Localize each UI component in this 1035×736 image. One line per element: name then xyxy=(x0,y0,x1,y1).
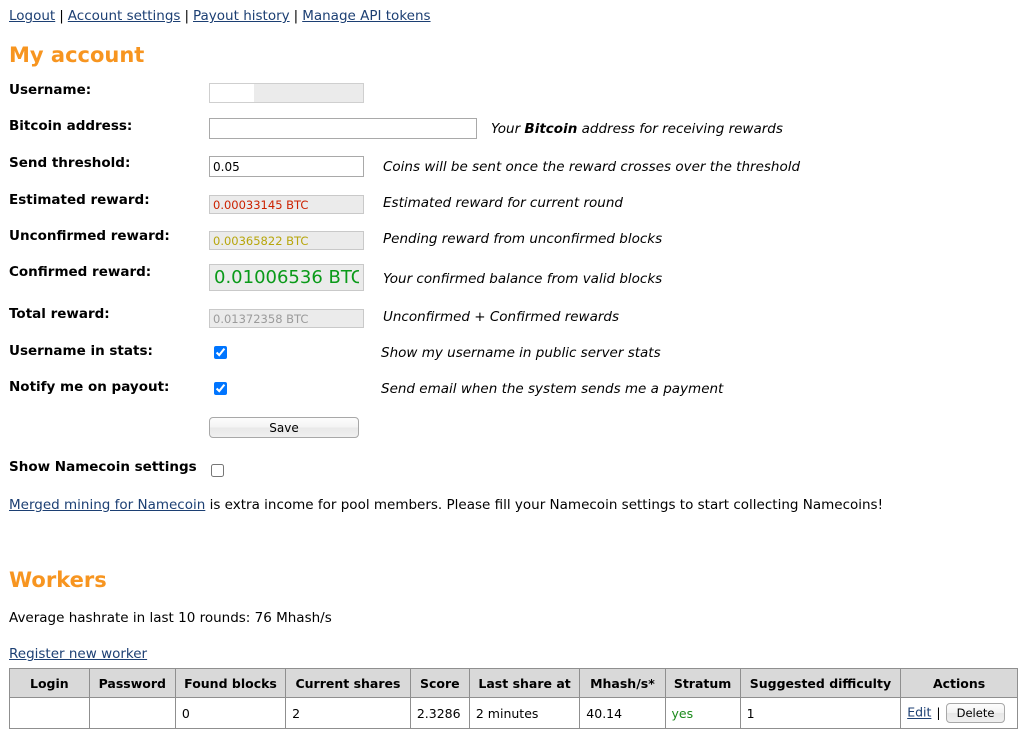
unconfirmed-reward-label: Unconfirmed reward: xyxy=(9,228,170,244)
register-new-worker: Register new worker xyxy=(9,646,147,662)
bitcoin-hint-bold: Bitcoin xyxy=(524,121,577,137)
total-reward-value xyxy=(209,309,364,328)
column-header-last-share-at: Last share at xyxy=(469,669,579,698)
username-label: Username: xyxy=(9,82,91,98)
estimated-reward-label: Estimated reward: xyxy=(9,192,150,208)
workers-table-body: 0 2 2.3286 2 minutes 40.14 yes 1 Edit|De… xyxy=(10,698,1018,729)
namecoin-info-rest: is extra income for pool members. Please… xyxy=(205,497,883,513)
cell-mhash: 40.14 xyxy=(580,698,665,729)
column-header-score: Score xyxy=(410,669,469,698)
edit-worker-link[interactable]: Edit xyxy=(907,705,931,720)
logout-link[interactable]: Logout xyxy=(9,8,55,24)
column-header-current-shares: Current shares xyxy=(286,669,411,698)
cell-score: 2.3286 xyxy=(410,698,469,729)
column-header-suggested-difficulty: Suggested difficulty xyxy=(740,669,901,698)
username-field[interactable] xyxy=(209,83,364,103)
workers-table-head: Login Password Found blocks Current shar… xyxy=(10,669,1018,698)
column-header-found-blocks: Found blocks xyxy=(175,669,285,698)
merged-mining-namecoin-link[interactable]: Merged mining for Namecoin xyxy=(9,497,205,513)
delete-worker-button[interactable]: Delete xyxy=(946,703,1006,723)
username-in-stats-hint: Show my username in public server stats xyxy=(381,345,661,361)
estimated-reward-hint: Estimated reward for current round xyxy=(383,195,623,211)
page-title: My account xyxy=(9,43,144,67)
notify-on-payout-label: Notify me on payout: xyxy=(9,379,169,395)
total-reward-hint: Unconfirmed + Confirmed rewards xyxy=(383,309,619,325)
top-navigation: Logout|Account settings|Payout history|M… xyxy=(9,8,431,24)
cell-actions: Edit|Delete xyxy=(901,698,1018,729)
cell-suggested-difficulty: 1 xyxy=(740,698,901,729)
cell-stratum: yes xyxy=(665,698,740,729)
total-reward-label: Total reward: xyxy=(9,306,110,322)
confirmed-reward-hint: Your confirmed balance from valid blocks xyxy=(383,271,662,287)
register-new-worker-link[interactable]: Register new worker xyxy=(9,646,147,662)
table-header-row: Login Password Found blocks Current shar… xyxy=(10,669,1018,698)
cell-found-blocks: 0 xyxy=(175,698,285,729)
username-field-filled-part xyxy=(210,84,254,102)
nav-separator-2: | xyxy=(180,8,193,24)
show-namecoin-settings-checkbox[interactable] xyxy=(211,464,224,477)
send-threshold-input[interactable] xyxy=(209,156,364,177)
unconfirmed-reward-value xyxy=(209,231,364,250)
column-header-login: Login xyxy=(10,669,90,698)
save-button[interactable]: Save xyxy=(209,417,359,438)
bitcoin-address-input[interactable] xyxy=(209,118,477,139)
cell-current-shares: 2 xyxy=(286,698,411,729)
manage-api-tokens-link[interactable]: Manage API tokens xyxy=(302,8,430,24)
confirmed-reward-label: Confirmed reward: xyxy=(9,264,151,280)
average-hashrate-text: Average hashrate in last 10 rounds: 76 M… xyxy=(9,610,332,626)
my-account-page: Logout|Account settings|Payout history|M… xyxy=(0,0,1035,736)
notify-on-payout-hint: Send email when the system sends me a pa… xyxy=(381,381,723,397)
nav-separator-3: | xyxy=(290,8,303,24)
column-header-actions: Actions xyxy=(901,669,1018,698)
workers-title: Workers xyxy=(9,568,107,592)
column-header-stratum: Stratum xyxy=(665,669,740,698)
unconfirmed-reward-hint: Pending reward from unconfirmed blocks xyxy=(383,231,662,247)
account-settings-link[interactable]: Account settings xyxy=(68,8,181,24)
bitcoin-hint-post: address for receiving rewards xyxy=(577,121,783,137)
nav-separator-1: | xyxy=(55,8,68,24)
namecoin-info-text: Merged mining for Namecoin is extra inco… xyxy=(9,497,883,513)
cell-login xyxy=(10,698,90,729)
username-in-stats-checkbox[interactable] xyxy=(214,346,227,359)
notify-on-payout-checkbox[interactable] xyxy=(214,382,227,395)
bitcoin-address-label: Bitcoin address: xyxy=(9,118,132,134)
cell-password xyxy=(89,698,175,729)
bitcoin-hint-pre: Your xyxy=(491,121,524,137)
actions-separator: | xyxy=(931,705,945,720)
table-row: 0 2 2.3286 2 minutes 40.14 yes 1 Edit|De… xyxy=(10,698,1018,729)
column-header-mhash: Mhash/s* xyxy=(580,669,665,698)
column-header-password: Password xyxy=(89,669,175,698)
send-threshold-label: Send threshold: xyxy=(9,155,130,171)
cell-last-share-at: 2 minutes xyxy=(469,698,579,729)
payout-history-link[interactable]: Payout history xyxy=(193,8,290,24)
send-threshold-hint: Coins will be sent once the reward cross… xyxy=(383,159,800,175)
workers-table: Login Password Found blocks Current shar… xyxy=(9,668,1018,729)
username-in-stats-label: Username in stats: xyxy=(9,343,153,359)
show-namecoin-settings-label: Show Namecoin settings xyxy=(9,459,197,475)
bitcoin-address-hint: Your Bitcoin address for receiving rewar… xyxy=(491,121,783,137)
estimated-reward-value xyxy=(209,195,364,214)
confirmed-reward-value xyxy=(209,264,364,291)
